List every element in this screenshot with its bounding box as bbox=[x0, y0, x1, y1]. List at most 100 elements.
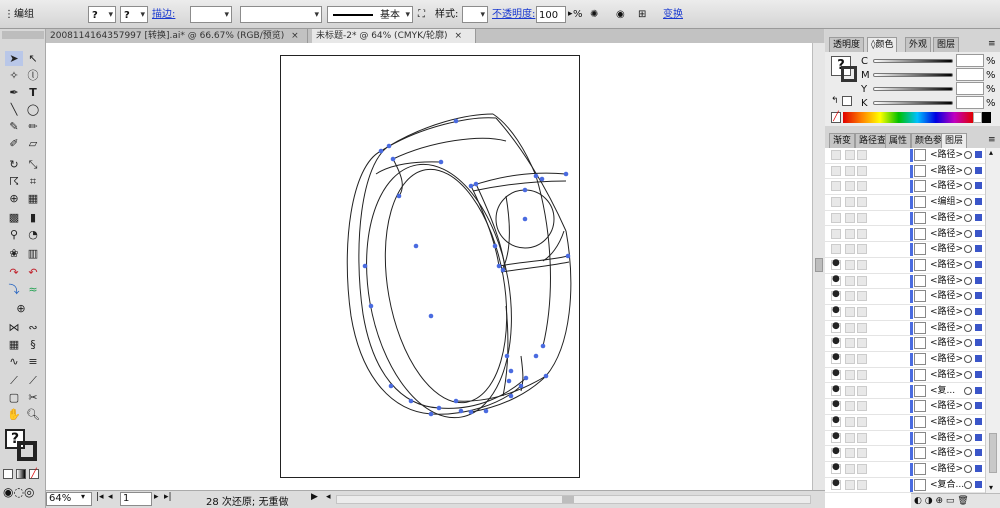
none-color-icon[interactable]: ╱ bbox=[831, 112, 841, 123]
target-circle-icon[interactable] bbox=[964, 339, 972, 348]
lock-toggle-secondary[interactable] bbox=[857, 259, 867, 270]
layer-name[interactable]: <复合... bbox=[930, 478, 964, 493]
selection-square-icon[interactable] bbox=[975, 229, 982, 237]
plugin-tool-d-icon[interactable]: ≈ bbox=[24, 282, 42, 297]
layer-row[interactable]: <路径> bbox=[825, 352, 1000, 368]
layer-name[interactable]: <路径> bbox=[930, 462, 963, 477]
envelope-tool-b-icon[interactable]: ∾ bbox=[24, 320, 42, 335]
lock-toggle-secondary[interactable] bbox=[857, 150, 867, 160]
layer-name[interactable]: <路径> bbox=[930, 258, 963, 273]
lock-toggle-secondary[interactable] bbox=[857, 448, 867, 459]
lock-toggle[interactable] bbox=[845, 244, 855, 255]
next-artboard-icon[interactable]: ▸ bbox=[154, 492, 159, 502]
visibility-toggle-icon[interactable] bbox=[831, 228, 841, 239]
lock-toggle-secondary[interactable] bbox=[857, 322, 867, 333]
selection-square-icon[interactable] bbox=[975, 480, 982, 488]
visibility-toggle-icon[interactable] bbox=[831, 181, 841, 192]
layer-row[interactable]: <编组> bbox=[825, 195, 1000, 211]
symbol-sprayer-tool-icon[interactable]: ❀ bbox=[5, 246, 23, 261]
perspective-grid-tool-icon[interactable]: ▦ bbox=[24, 191, 42, 206]
selection-square-icon[interactable] bbox=[975, 465, 982, 472]
layer-name[interactable]: <路径> bbox=[930, 305, 963, 320]
layer-row[interactable]: <复... bbox=[825, 384, 1000, 400]
lock-toggle-secondary[interactable] bbox=[857, 307, 867, 317]
lock-toggle-secondary[interactable] bbox=[857, 291, 867, 302]
lock-toggle[interactable] bbox=[845, 432, 855, 443]
ellipse-tool-icon[interactable]: ◯ bbox=[24, 102, 42, 117]
layer-name[interactable]: <路径> bbox=[930, 352, 963, 367]
lock-toggle-secondary[interactable] bbox=[857, 369, 867, 380]
layer-row[interactable]: <路径> bbox=[825, 274, 1000, 290]
draw-mode-icons[interactable]: ◉◌◎ bbox=[3, 485, 34, 499]
delete-layer-icon[interactable]: 🗑︎ bbox=[957, 496, 968, 506]
selection-square-icon[interactable] bbox=[975, 339, 982, 347]
align-tool-icon[interactable]: ≡ bbox=[24, 354, 42, 369]
twirl-tool-icon[interactable]: § bbox=[24, 337, 42, 352]
layer-name[interactable]: <路径> bbox=[930, 399, 963, 414]
layer-name[interactable]: <路径> bbox=[930, 321, 963, 336]
layer-row[interactable]: <路径> bbox=[825, 399, 1000, 415]
tab-appearance[interactable]: 外观 bbox=[905, 37, 932, 52]
lock-toggle[interactable] bbox=[845, 479, 855, 490]
target-circle-icon[interactable] bbox=[964, 480, 972, 489]
visibility-toggle-icon[interactable] bbox=[831, 336, 841, 349]
crosshair-tool-icon[interactable]: ⊕ bbox=[12, 301, 30, 316]
visibility-toggle-icon[interactable] bbox=[831, 415, 841, 427]
channel-y-slider[interactable] bbox=[873, 87, 953, 91]
layer-row[interactable]: <复合... bbox=[825, 478, 1000, 494]
zoom-tool-icon[interactable]: 🔍︎ bbox=[24, 407, 42, 422]
tab-color[interactable]: ◊颜色 bbox=[867, 37, 898, 52]
artboard-tool-icon[interactable]: ▢ bbox=[5, 390, 23, 405]
channel-c-input[interactable] bbox=[956, 54, 984, 67]
layers-scroll-down-icon[interactable]: ▾ bbox=[989, 483, 993, 492]
visibility-toggle-icon[interactable] bbox=[831, 258, 841, 270]
mesh-tool-icon[interactable]: ▩ bbox=[5, 210, 23, 225]
layer-row[interactable]: <路径> bbox=[825, 446, 1000, 462]
layer-row[interactable]: <路径> bbox=[825, 415, 1000, 431]
lock-toggle[interactable] bbox=[845, 275, 855, 286]
slice-select-tool-icon[interactable]: ✂ bbox=[24, 390, 42, 405]
canvas-area[interactable] bbox=[46, 43, 812, 490]
type-tool-icon[interactable]: T bbox=[24, 85, 42, 100]
target-circle-icon[interactable] bbox=[964, 198, 972, 207]
lock-toggle[interactable] bbox=[845, 338, 855, 349]
measure-tool-icon[interactable]: ⟋ bbox=[5, 373, 23, 388]
layer-name[interactable]: <路径> bbox=[930, 148, 963, 163]
visibility-toggle-icon[interactable] bbox=[831, 384, 841, 396]
target-circle-icon[interactable] bbox=[964, 276, 972, 285]
lock-toggle-secondary[interactable] bbox=[857, 228, 867, 239]
visibility-toggle-icon[interactable] bbox=[831, 289, 841, 302]
target-circle-icon[interactable] bbox=[964, 433, 972, 442]
target-circle-icon[interactable] bbox=[964, 308, 972, 316]
lock-toggle-secondary[interactable] bbox=[857, 479, 867, 490]
lock-toggle[interactable] bbox=[845, 401, 855, 412]
tab-attributes[interactable]: 属性 bbox=[885, 133, 912, 148]
target-circle-icon[interactable] bbox=[964, 213, 972, 222]
visibility-toggle-icon[interactable] bbox=[831, 399, 841, 412]
zoom-level-field[interactable]: 64% bbox=[46, 492, 92, 506]
layer-name[interactable]: <路径> bbox=[930, 242, 963, 257]
channel-k-input[interactable] bbox=[956, 96, 984, 109]
swap-colors-icon[interactable]: ↰ bbox=[831, 96, 839, 106]
lock-toggle[interactable] bbox=[845, 369, 855, 380]
opacity-arrow-icon[interactable]: ▸ bbox=[568, 6, 573, 23]
new-layer-icon[interactable]: ▭ bbox=[946, 496, 955, 506]
layers-scroll-up-icon[interactable]: ▴ bbox=[989, 148, 993, 157]
visibility-toggle-icon[interactable] bbox=[831, 244, 841, 255]
recolor-icon[interactable]: ✺ bbox=[590, 6, 598, 23]
direct-selection-tool-icon[interactable]: ↖ bbox=[24, 51, 42, 66]
lock-toggle[interactable] bbox=[845, 212, 855, 223]
align-icon[interactable]: ⊞ bbox=[638, 6, 646, 23]
target-circle-icon[interactable] bbox=[964, 355, 972, 364]
visibility-toggle-icon[interactable] bbox=[831, 446, 841, 459]
lock-toggle-secondary[interactable] bbox=[857, 385, 867, 396]
opacity-label-link[interactable]: 不透明度: bbox=[492, 6, 535, 23]
lock-toggle-secondary[interactable] bbox=[857, 432, 867, 443]
layer-name[interactable]: <路径> bbox=[930, 289, 963, 304]
tab-layers-top[interactable]: 图层 bbox=[933, 37, 960, 52]
lock-toggle[interactable] bbox=[845, 385, 855, 396]
selection-square-icon[interactable] bbox=[975, 417, 982, 425]
status-menu-icon[interactable]: ▶ bbox=[311, 492, 318, 502]
channel-y-input[interactable] bbox=[956, 82, 984, 95]
lasso-tool-icon[interactable]: ⓛ bbox=[24, 68, 42, 83]
